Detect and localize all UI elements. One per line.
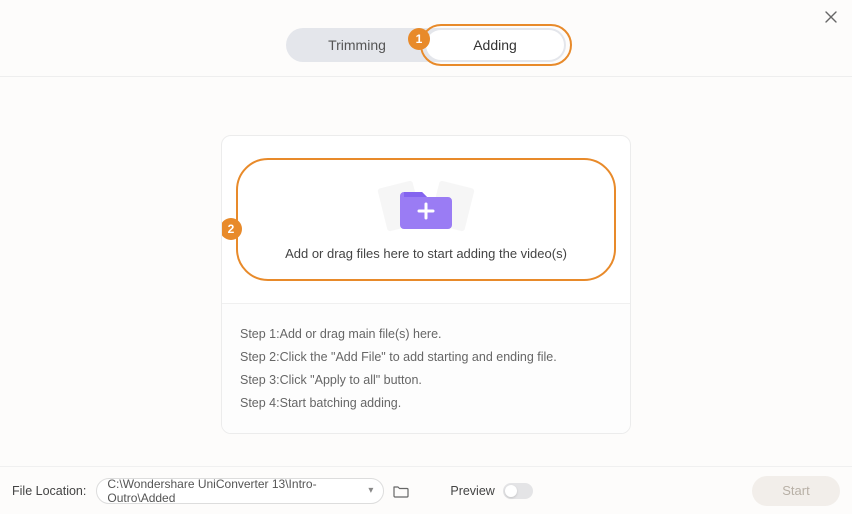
chevron-down-icon: ▾ [368, 485, 373, 496]
tab-pill: Trimming Adding 1 [286, 28, 566, 62]
dropzone[interactable]: Add or drag files here to start adding t… [236, 158, 616, 281]
main-area: Add or drag files here to start adding t… [0, 77, 852, 434]
annotation-badge-1: 1 [408, 28, 430, 50]
folder-plus-icon [376, 178, 476, 234]
dropzone-text: Add or drag files here to start adding t… [250, 246, 602, 261]
file-location-select[interactable]: C:\Wondershare UniConverter 13\Intro-Out… [96, 478, 384, 504]
step-2: Step 2:Click the "Add File" to add start… [240, 350, 612, 364]
steps-list: Step 1:Add or drag main file(s) here. St… [222, 303, 630, 433]
annotation-badge-2: 2 [221, 218, 242, 240]
step-1: Step 1:Add or drag main file(s) here. [240, 327, 612, 341]
preview-label: Preview [450, 484, 494, 498]
footer-bar: File Location: C:\Wondershare UniConvert… [0, 466, 852, 514]
file-location-path: C:\Wondershare UniConverter 13\Intro-Out… [107, 477, 368, 505]
dropzone-wrap: Add or drag files here to start adding t… [222, 136, 630, 303]
instruction-card: Add or drag files here to start adding t… [221, 135, 631, 434]
tab-adding[interactable]: Adding [426, 30, 564, 60]
step-3: Step 3:Click "Apply to all" button. [240, 373, 612, 387]
mode-tabs: Trimming Adding 1 [0, 0, 852, 76]
start-button[interactable]: Start [752, 476, 840, 506]
step-4: Step 4:Start batching adding. [240, 396, 612, 410]
toggle-knob [505, 485, 517, 497]
open-folder-icon[interactable] [392, 482, 410, 500]
preview-toggle[interactable] [503, 483, 533, 499]
file-location-label: File Location: [12, 484, 86, 498]
tab-trimming[interactable]: Trimming [288, 30, 426, 60]
